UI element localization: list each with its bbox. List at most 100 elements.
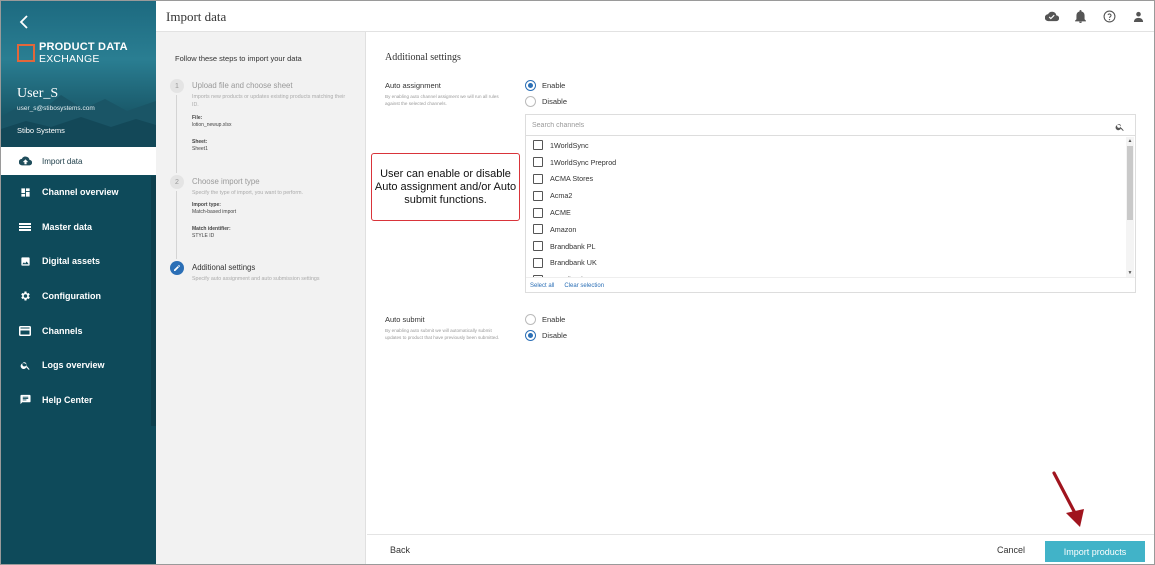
channel-list-item[interactable]: ACME (526, 204, 1126, 221)
channel-list-item[interactable]: 1WorldSync Preprod (526, 154, 1126, 171)
auto-assignment-disable-radio[interactable]: Disable (525, 96, 567, 107)
app-window: PRODUCT DATA EXCHANGE User_S user_s@stib… (0, 0, 1155, 565)
back-button[interactable]: Back (390, 545, 410, 555)
sidebar-item-label: Digital assets (42, 256, 101, 267)
auto-submit-enable-radio[interactable]: Enable (525, 314, 565, 325)
user-icon[interactable] (1131, 9, 1146, 24)
field-label: File: (192, 115, 203, 121)
sidebar-item-master-data[interactable]: Master data (1, 210, 156, 245)
cancel-button[interactable]: Cancel (997, 545, 1025, 555)
field-value: Sheet1 (192, 146, 208, 152)
channel-label: Acma2 (550, 191, 573, 201)
channel-search-input[interactable] (532, 118, 1102, 133)
radio-indicator[interactable] (525, 80, 536, 91)
radio-label: Disable (542, 331, 568, 340)
sidebar-item-logs-overview[interactable]: Logs overview (1, 348, 156, 383)
channel-list: 1WorldSync 1WorldSync Preprod ACMA Stores A… (526, 137, 1126, 277)
step-title: Upload file and choose sheet (192, 81, 293, 90)
channel-list-item[interactable]: Brandbank PL (526, 238, 1126, 255)
channel-checkbox[interactable] (533, 140, 543, 151)
user-name: User_S (17, 86, 59, 101)
sidebar-item-channels[interactable]: Channels (1, 313, 156, 348)
field-value: STYLE ID (192, 233, 215, 239)
step-field-match-identifier: Match identifier: STYLE ID (192, 226, 231, 240)
radio-indicator[interactable] (525, 314, 536, 325)
import-products-button[interactable]: Import products (1045, 541, 1145, 562)
channel-checkbox[interactable] (533, 207, 543, 218)
channel-label: ACMA Stores (550, 174, 594, 184)
scroll-up-icon[interactable]: ▲ (1127, 138, 1133, 144)
channel-list-item[interactable]: ACMA Stores (526, 171, 1126, 188)
sidebar-item-import-data[interactable]: Import data (1, 147, 156, 175)
header-actions (1044, 9, 1146, 24)
radio-label: Enable (542, 81, 566, 90)
footer-bar: Back Cancel Import products (367, 534, 1154, 564)
auto-assignment-enable-radio[interactable]: Enable (525, 80, 565, 91)
step-number: 2 (170, 175, 184, 189)
search-icon[interactable] (1115, 119, 1127, 131)
step-description: Specify auto assignment and auto submiss… (192, 276, 320, 282)
radio-indicator[interactable] (525, 330, 536, 341)
channel-checkbox[interactable] (533, 241, 543, 252)
scrollbar-thumb[interactable] (1127, 146, 1133, 220)
auto-assignment-label: Auto assignment (385, 81, 441, 90)
channel-search-bar (526, 115, 1135, 136)
channel-checkbox[interactable] (533, 257, 543, 268)
sidebar-item-label: Configuration (42, 291, 101, 302)
channel-label: 1WorldSync Preprod (550, 157, 617, 167)
channel-checkbox[interactable] (533, 190, 543, 201)
clear-selection-link[interactable]: Clear selection (564, 283, 604, 289)
channel-list-item[interactable]: Brandbank UK (526, 255, 1126, 272)
field-label: Sheet: (192, 139, 208, 145)
channel-checkbox[interactable] (533, 157, 543, 168)
channel-label: Brandbank PL (550, 241, 596, 251)
channel-label: Brandbank UK (550, 258, 597, 268)
channel-checkbox[interactable] (533, 224, 543, 235)
radio-indicator[interactable] (525, 96, 536, 107)
sidebar-item-label: Import data (42, 156, 83, 166)
channel-list-item[interactable]: Amazon (526, 221, 1126, 238)
sidebar-item-help-center[interactable]: Help Center (1, 383, 156, 418)
channel-list-item[interactable]: Acma2 (526, 187, 1126, 204)
card-icon (18, 324, 32, 338)
cloud-sync-icon[interactable] (1044, 9, 1059, 24)
step-upload-file: 1 Upload file and choose sheet Imports n… (170, 79, 360, 174)
cloud-upload-icon (18, 154, 32, 168)
sidebar-item-configuration[interactable]: Configuration (1, 279, 156, 314)
bell-icon[interactable] (1073, 9, 1088, 24)
step-description: Imports new products or updates existing… (192, 94, 346, 108)
user-email: user_s@stibosystems.com (17, 105, 95, 112)
search-icon (18, 358, 32, 372)
sidebar-header: PRODUCT DATA EXCHANGE User_S user_s@stib… (1, 1, 156, 147)
radio-label: Disable (542, 97, 568, 106)
sidebar-item-digital-assets[interactable]: Digital assets (1, 244, 156, 279)
sidebar-item-label: Channels (42, 325, 83, 336)
step-field-import-type: Import type: Match-based import (192, 202, 236, 216)
step-additional-settings: Additional settings Specify auto assignm… (170, 261, 360, 291)
channel-selector: 1WorldSync 1WorldSync Preprod ACMA Stores A… (525, 114, 1136, 293)
auto-submit-disable-radio[interactable]: Disable (525, 330, 567, 341)
pencil-icon (170, 261, 184, 275)
auto-submit-label: Auto submit (385, 315, 425, 324)
channel-label: ACME (550, 208, 571, 218)
page-title: Import data (166, 9, 227, 24)
sidebar-item-label: Master data (42, 221, 93, 232)
sidebar-nav: Import data Channel overview Master data… (1, 147, 156, 417)
sidebar-item-label: Logs overview (42, 360, 105, 371)
steps-panel: Follow these steps to import your data 1… (156, 32, 366, 564)
channel-list-item[interactable]: 1WorldSync (526, 137, 1126, 154)
help-icon[interactable] (1102, 9, 1117, 24)
channel-list-scrollbar[interactable]: ▲ ▼ (1126, 137, 1134, 277)
select-all-link[interactable]: Select all (530, 283, 554, 289)
channel-label: Amazon (550, 224, 577, 234)
channel-checkbox[interactable] (533, 173, 543, 184)
sidebar-item-channel-overview[interactable]: Channel overview (1, 175, 156, 210)
scroll-down-icon[interactable]: ▼ (1127, 270, 1133, 276)
field-label: Match identifier: (192, 226, 231, 232)
back-arrow-icon[interactable] (19, 15, 35, 31)
logo-line2: EXCHANGE (39, 53, 100, 65)
channel-label: 1WorldSync (550, 140, 589, 150)
step-field-file: File: lotion_newup.xlsx (192, 115, 231, 129)
gear-icon (18, 289, 32, 303)
auto-assignment-description: By enabling auto channel assigment we wi… (385, 94, 499, 106)
